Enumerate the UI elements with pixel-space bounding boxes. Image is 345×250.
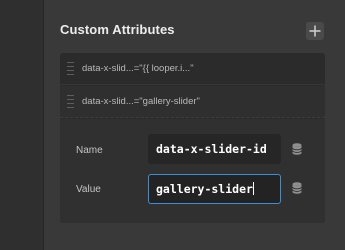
value-input[interactable]: gallery-slider xyxy=(148,174,281,204)
attribute-row-text: data-x-slid...="{{ looper.i..." xyxy=(82,63,194,74)
drag-handle-icon[interactable] xyxy=(67,95,74,108)
attribute-list: data-x-slid...="{{ looper.i..." data-x-s… xyxy=(60,53,325,223)
value-label: Value xyxy=(76,184,101,195)
section-title: Custom Attributes xyxy=(60,22,175,37)
attribute-row-selected[interactable]: data-x-slid...="gallery-slider" xyxy=(60,86,325,118)
database-icon[interactable] xyxy=(292,182,302,194)
name-label: Name xyxy=(76,145,103,156)
text-caret xyxy=(252,182,254,195)
plus-icon xyxy=(309,25,321,37)
attribute-row-text: data-x-slid...="gallery-slider" xyxy=(82,96,200,107)
database-icon[interactable] xyxy=(292,143,302,155)
add-attribute-button[interactable] xyxy=(306,22,324,40)
left-gutter xyxy=(0,0,43,250)
attribute-row[interactable]: data-x-slid...="{{ looper.i..." xyxy=(60,53,325,85)
value-input-value: gallery-slider xyxy=(156,182,253,196)
name-input[interactable]: data-x-slider-id xyxy=(148,134,281,164)
name-input-value: data-x-slider-id xyxy=(156,142,267,156)
custom-attributes-panel: Custom Attributes data-x-slid...="{{ loo… xyxy=(44,0,345,250)
attribute-editor: Name data-x-slider-id Value gallery-slid… xyxy=(60,119,325,223)
drag-handle-icon[interactable] xyxy=(67,62,74,75)
